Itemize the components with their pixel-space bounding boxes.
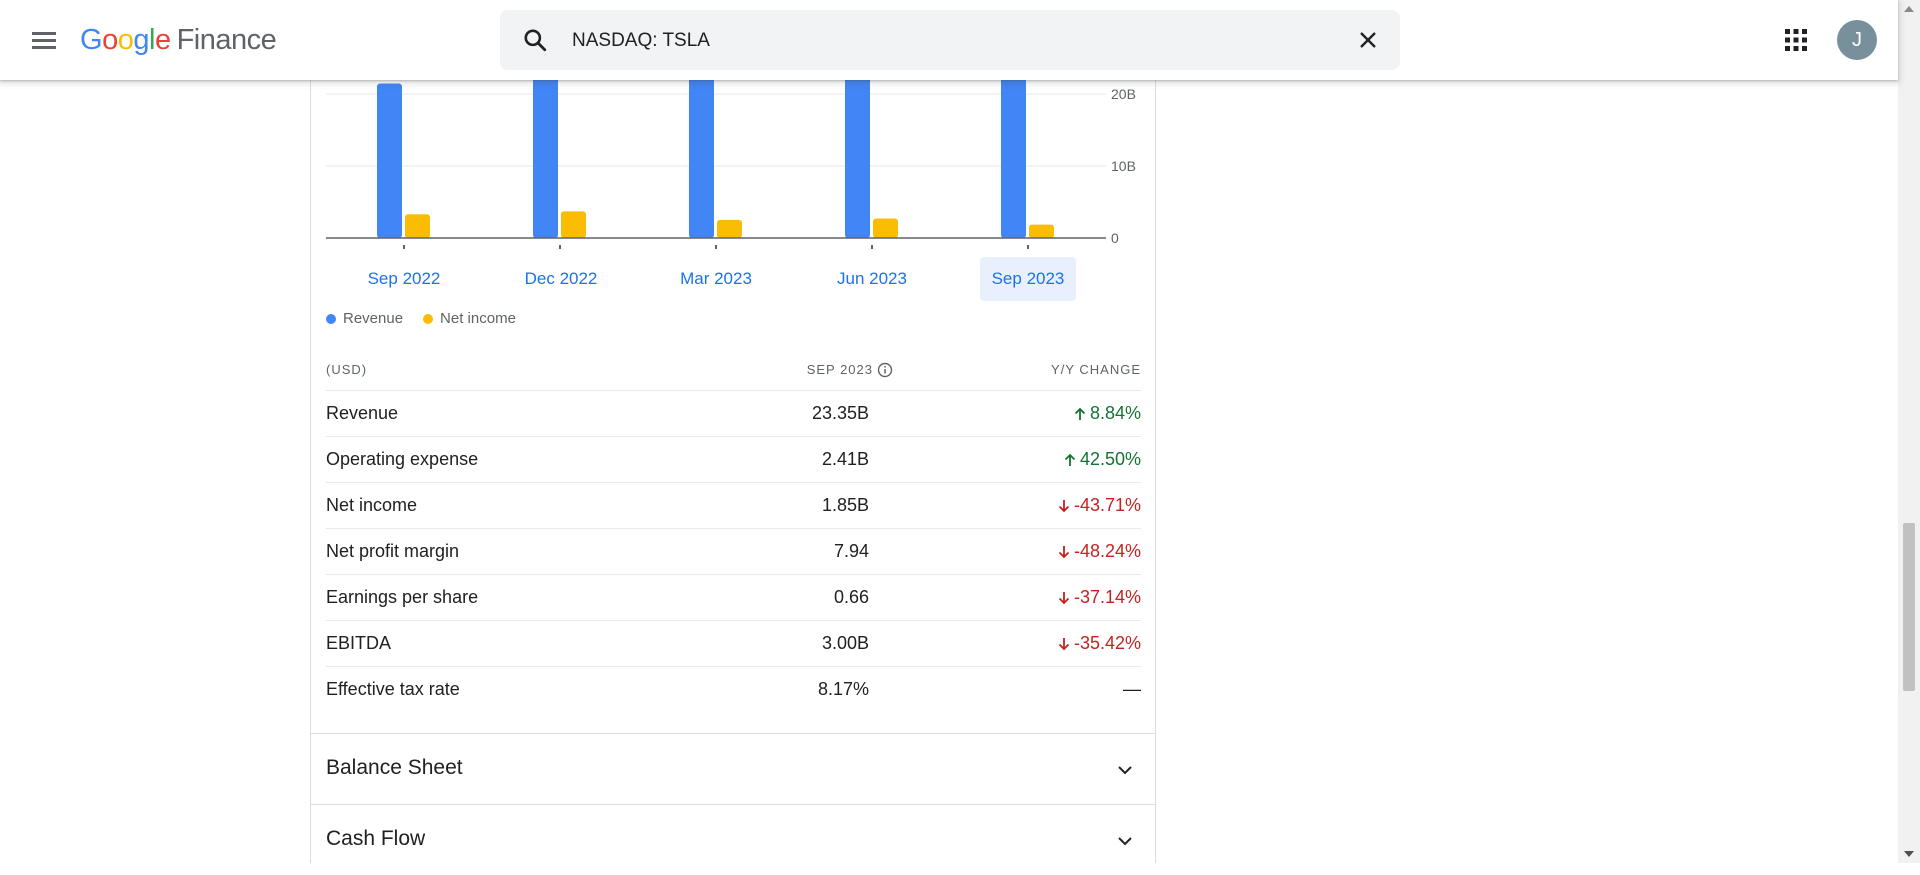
row-label: Operating expense [326,449,479,469]
logo-letter: g [133,24,149,56]
row-value: 23.35B [811,403,869,423]
bar-revenue[interactable] [377,83,402,238]
bar-revenue[interactable] [845,58,870,239]
avatar[interactable]: J [1837,20,1877,60]
legend-dot [423,313,434,324]
arrow-up-icon [1074,407,1086,420]
change-value: -48.24% [1073,541,1141,561]
legend-dot [326,313,336,324]
chevron-down-icon [1118,766,1132,775]
search-box[interactable] [500,10,1400,70]
bar-revenue[interactable] [1001,69,1026,238]
bar-revenue[interactable] [533,62,558,239]
bar-revenue[interactable] [689,70,714,238]
bar-net-income[interactable] [717,219,742,238]
table-row: Earnings per share 0.66 -37.14% [326,575,1141,621]
period-button[interactable]: Mar 2023 [666,257,766,301]
search-input[interactable] [570,26,1334,56]
legend-label: Revenue [343,310,404,327]
y-tick-label: 0 [1111,230,1119,246]
currency-label: (USD) [326,362,368,377]
arrow-down-icon [1058,637,1070,650]
section-title: Cash Flow [326,827,426,850]
scrollbar-thumb[interactable] [1903,523,1915,691]
page-scrollbar[interactable] [1898,0,1920,863]
logo-letter: o [117,24,134,56]
change-value: 8.84% [1089,403,1141,423]
row-label: Earnings per share [326,587,479,607]
row-change: — [1123,679,1141,700]
change-value: — [1123,679,1141,699]
logo-product-name: Finance [176,24,277,56]
arrow-down-icon [1058,545,1070,558]
row-label: EBITDA [326,633,392,653]
legend-label: Net income [440,310,516,327]
period-column-header: SEP 2023 [806,362,873,377]
period-button[interactable]: Jun 2023 [822,257,922,301]
y-tick-label: 10B [1111,158,1136,174]
chevron-down-icon [1118,837,1132,846]
logo-letter: G [80,24,103,56]
change-value: -43.71% [1073,495,1141,515]
row-value: 1.85B [821,495,869,515]
period-button[interactable]: Dec 2022 [511,257,611,301]
change-value: 42.50% [1079,449,1141,469]
search-icon[interactable] [522,27,548,53]
logo-letter: o [102,24,118,56]
chart-legend: Revenue Net income [326,310,516,327]
row-change: 8.84% [1072,403,1141,424]
bar-net-income[interactable] [1029,224,1054,238]
row-label: Net profit margin [326,541,460,561]
arrow-down-icon [1058,499,1070,512]
section-title: Balance Sheet [326,756,463,779]
arrow-down-icon [1058,591,1070,604]
legend-item-net-income: Net income [423,310,516,327]
table-row: Effective tax rate 8.17% — [326,667,1141,712]
row-label: Effective tax rate [326,679,460,699]
table-header: (USD) SEP 2023 Y/Y CHANGE [326,358,1141,391]
row-change: -37.14% [1056,587,1141,608]
close-icon[interactable] [1356,28,1380,52]
legend-item-revenue: Revenue [326,310,403,327]
table-row: Net profit margin 7.94 -48.24% [326,529,1141,575]
arrow-up-icon [1064,453,1076,466]
table-row: Revenue 23.35B 8.84% [326,391,1141,437]
row-label: Net income [326,495,418,515]
row-label: Revenue [326,403,399,423]
apps-icon[interactable] [1784,28,1808,52]
row-value: 2.41B [821,449,869,469]
row-value: 3.00B [821,633,869,653]
section-cash-flow[interactable]: Cash Flow [311,804,1155,875]
period-button[interactable]: Sep 2023 [980,257,1076,301]
income-statement-panel: 20B 10B 0 Sep 2022 Dec 2022 Mar 2023 Jun 2023… [310,0,1156,863]
table-row: Operating expense 2.41B 42.50% [326,437,1141,483]
table-row: EBITDA 3.00B -35.42% [326,621,1141,667]
row-change: -35.42% [1056,633,1141,654]
change-value: -35.42% [1073,633,1141,653]
info-icon[interactable] [877,362,893,378]
bar-net-income[interactable] [405,214,430,238]
bar-net-income[interactable] [873,218,898,238]
row-value: 0.66 [833,587,869,607]
table-row: Net income 1.85B -43.71% [326,483,1141,529]
bar-net-income[interactable] [561,211,586,238]
change-value: -37.14% [1073,587,1141,607]
menu-icon[interactable] [24,22,64,58]
row-change: -43.71% [1056,495,1141,516]
row-change: 42.50% [1062,449,1141,470]
logo-letter: e [154,24,171,56]
y-tick-label: 20B [1111,86,1136,102]
google-finance-logo[interactable]: Google Finance [80,22,277,58]
row-value: 8.17% [817,679,869,699]
top-app-bar: GoogleFinance J [0,0,1898,80]
change-column-header: Y/Y CHANGE [1051,362,1141,377]
row-value: 7.94 [833,541,869,561]
section-balance-sheet[interactable]: Balance Sheet [311,733,1155,804]
row-change: -48.24% [1056,541,1141,562]
scroll-up-arrow[interactable] [1904,6,1914,12]
scroll-down-arrow[interactable] [1904,851,1914,857]
period-button[interactable]: Sep 2022 [354,257,454,301]
